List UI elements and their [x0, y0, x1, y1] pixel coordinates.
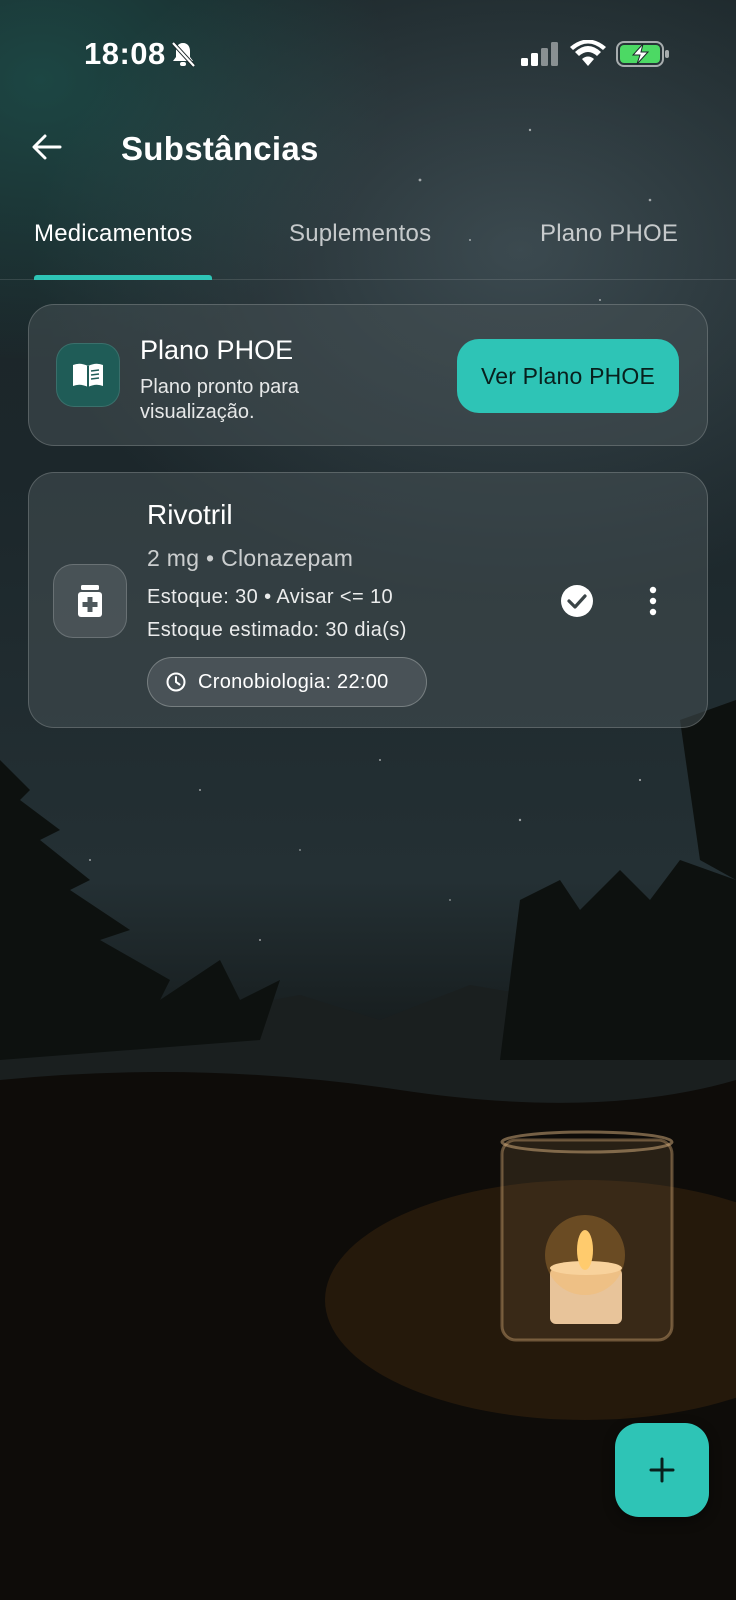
medication-stock: Estoque: 30 • Avisar <= 10: [147, 586, 394, 608]
app-header: Substâncias: [0, 120, 736, 180]
more-options-button[interactable]: [633, 573, 673, 629]
tab-plano-phoe[interactable]: Plano PHOE: [540, 220, 678, 248]
wifi-icon: [570, 39, 606, 73]
view-plan-button[interactable]: Ver Plano PHOE: [457, 339, 679, 413]
arrow-left-icon: [32, 134, 62, 160]
tab-suplementos[interactable]: Suplementos: [289, 220, 431, 248]
medication-dose: 2 mg • Clonazepam: [147, 545, 354, 571]
plan-subtitle: Plano pronto para visualização.: [140, 376, 300, 423]
medication-name: Rivotril: [147, 499, 233, 530]
mark-taken-button[interactable]: [549, 573, 605, 629]
plus-icon: [649, 1457, 675, 1483]
medication-stock-estimate: Estoque estimado: 30 dia(s): [147, 619, 407, 641]
battery-charging-icon: [616, 40, 670, 73]
chronobiology-chip[interactable]: Cronobiologia: 22:00: [147, 657, 427, 707]
back-button[interactable]: [24, 124, 70, 170]
clock-icon: [166, 672, 186, 692]
plan-title: Plano PHOE: [140, 335, 294, 365]
book-icon: [56, 343, 120, 407]
status-bar: 18:08: [0, 30, 736, 80]
tab-bar: Medicamentos Suplementos Plano PHOE: [0, 212, 736, 280]
medicine-bottle-icon: [53, 564, 127, 638]
check-circle-icon: [561, 585, 593, 617]
signal-icon: [520, 42, 560, 71]
bell-off-icon: [170, 40, 196, 73]
status-time: 18:08: [84, 36, 166, 71]
more-vert-icon: [649, 586, 657, 616]
page-title: Substâncias: [121, 130, 319, 167]
plan-card: Plano PHOE Plano pronto para visualizaçã…: [28, 304, 708, 446]
tab-medicamentos[interactable]: Medicamentos: [34, 220, 192, 248]
add-substance-button[interactable]: [615, 1423, 709, 1517]
active-tab-indicator: [34, 275, 212, 280]
chronobiology-label: Cronobiologia: 22:00: [198, 670, 389, 693]
medication-card[interactable]: Rivotril 2 mg • Clonazepam Estoque: 30 •…: [28, 472, 708, 728]
